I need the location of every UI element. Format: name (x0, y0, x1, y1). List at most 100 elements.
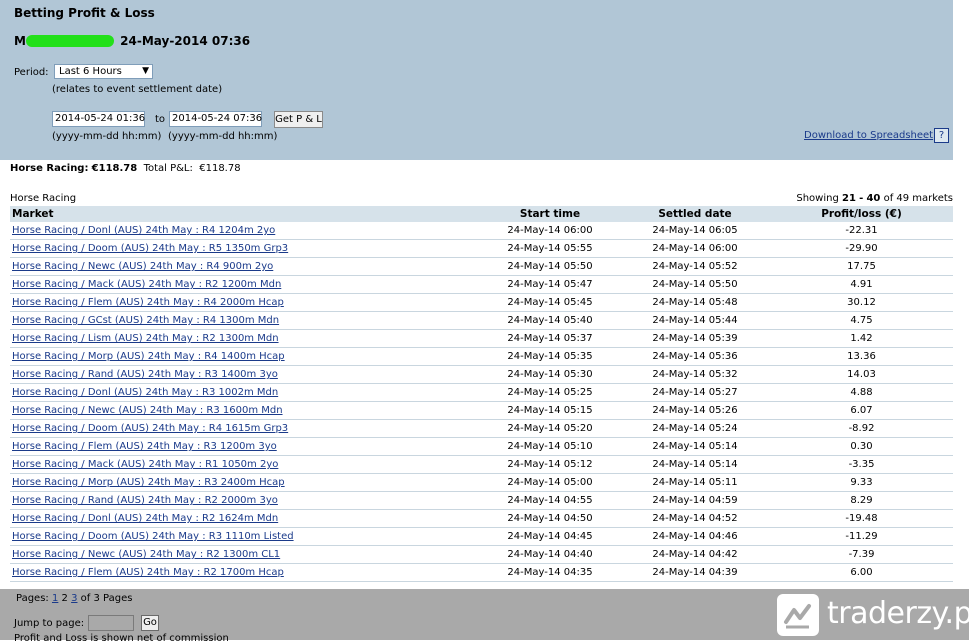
profit-loss-cell: 30.12 (770, 293, 953, 312)
table-header-row: Market Start time Settled date Profit/lo… (10, 206, 953, 222)
table-row: Horse Racing / Newc (AUS) 24th May : R2 … (10, 545, 953, 564)
profit-loss-cell: 13.36 (770, 347, 953, 366)
get-pl-button[interactable]: Get P & L (274, 111, 323, 128)
market-link[interactable]: Horse Racing / Doom (AUS) 24th May : R5 … (12, 243, 288, 254)
column-header-start-time[interactable]: Start time (480, 206, 620, 222)
market-cell: Horse Racing / Rand (AUS) 24th May : R2 … (10, 491, 480, 510)
table-row: Horse Racing / Flem (AUS) 24th May : R3 … (10, 437, 953, 456)
jump-label: Jump to page: (14, 618, 85, 629)
page-link-1[interactable]: 1 (52, 593, 58, 604)
table-row: Horse Racing / Mack (AUS) 24th May : R2 … (10, 275, 953, 294)
column-header-profit-loss[interactable]: Profit/loss (€) (770, 206, 953, 222)
market-link[interactable]: Horse Racing / Morp (AUS) 24th May : R3 … (12, 477, 285, 488)
start-time-cell: 24-May-14 06:00 (480, 222, 620, 240)
market-link[interactable]: Horse Racing / Rand (AUS) 24th May : R2 … (12, 495, 278, 506)
market-link[interactable]: Horse Racing / Flem (AUS) 24th May : R3 … (12, 441, 277, 452)
sport-total-value: €118.78 (91, 163, 138, 174)
period-select-value: Last 6 Hours (59, 66, 122, 77)
column-header-market[interactable]: Market (10, 206, 480, 222)
table-row: Horse Racing / Rand (AUS) 24th May : R2 … (10, 491, 953, 510)
range-from: 21 (842, 193, 856, 204)
pl-summary: Horse Racing: €118.78 Total P&L: €118.78 (10, 163, 241, 174)
from-date-input[interactable]: 2014-05-24 01:36 (52, 111, 145, 127)
market-cell: Horse Racing / Morp (AUS) 24th May : R4 … (10, 347, 480, 366)
market-link[interactable]: Horse Racing / Doom (AUS) 24th May : R3 … (12, 531, 294, 542)
market-link[interactable]: Horse Racing / Mack (AUS) 24th May : R2 … (12, 279, 281, 290)
table-row: Horse Racing / Flem (AUS) 24th May : R2 … (10, 563, 953, 582)
table-row: Horse Racing / Mack (AUS) 24th May : R1 … (10, 455, 953, 474)
profit-loss-cell: 4.91 (770, 275, 953, 294)
market-cell: Horse Racing / Newc (AUS) 24th May : R2 … (10, 545, 480, 564)
market-link[interactable]: Horse Racing / Donl (AUS) 24th May : R4 … (12, 225, 275, 236)
market-cell: Horse Racing / Lism (AUS) 24th May : R2 … (10, 329, 480, 348)
settled-date-cell: 24-May-14 04:46 (620, 527, 770, 546)
settled-date-cell: 24-May-14 06:00 (620, 239, 770, 258)
market-link[interactable]: Horse Racing / Donl (AUS) 24th May : R3 … (12, 387, 278, 398)
start-time-cell: 24-May-14 05:40 (480, 311, 620, 330)
period-select[interactable]: Last 6 Hours ▼ (54, 64, 153, 79)
section-label: Horse Racing (10, 193, 77, 204)
start-time-cell: 24-May-14 04:40 (480, 545, 620, 564)
go-button[interactable]: Go (141, 615, 159, 631)
settled-date-cell: 24-May-14 05:52 (620, 257, 770, 276)
account-name-redaction (25, 35, 114, 47)
market-link[interactable]: Horse Racing / Lism (AUS) 24th May : R2 … (12, 333, 279, 344)
range-to: 40 (866, 193, 881, 204)
market-link[interactable]: Horse Racing / Newc (AUS) 24th May : R4 … (12, 261, 273, 272)
table-row: Horse Racing / Donl (AUS) 24th May : R3 … (10, 383, 953, 402)
market-cell: Horse Racing / Flem (AUS) 24th May : R2 … (10, 563, 480, 582)
market-link[interactable]: Horse Racing / Newc (AUS) 24th May : R3 … (12, 405, 283, 416)
page-title: Betting Profit & Loss (14, 6, 155, 20)
market-cell: Horse Racing / Donl (AUS) 24th May : R3 … (10, 383, 480, 402)
settled-date-cell: 24-May-14 05:39 (620, 329, 770, 348)
table-row: Horse Racing / Morp (AUS) 24th May : R4 … (10, 347, 953, 366)
start-time-cell: 24-May-14 05:30 (480, 365, 620, 384)
table-row: Horse Racing / Newc (AUS) 24th May : R4 … (10, 257, 953, 276)
jump-page-input[interactable] (88, 615, 134, 631)
table-row: Horse Racing / Doom (AUS) 24th May : R4 … (10, 419, 953, 438)
market-link[interactable]: Horse Racing / Flem (AUS) 24th May : R4 … (12, 297, 284, 308)
profit-loss-cell: 4.75 (770, 311, 953, 330)
market-link[interactable]: Horse Racing / GCst (AUS) 24th May : R4 … (12, 315, 279, 326)
start-time-cell: 24-May-14 04:35 (480, 563, 620, 582)
market-link[interactable]: Horse Racing / Mack (AUS) 24th May : R1 … (12, 459, 278, 470)
sport-total-label: Horse Racing: (10, 163, 89, 174)
to-date-input[interactable]: 2014-05-24 07:36 (169, 111, 262, 127)
pages-label: Pages: (16, 593, 49, 604)
market-link[interactable]: Horse Racing / Rand (AUS) 24th May : R3 … (12, 369, 278, 380)
profit-loss-cell: -19.48 (770, 509, 953, 528)
settled-date-cell: 24-May-14 05:27 (620, 383, 770, 402)
market-link[interactable]: Horse Racing / Newc (AUS) 24th May : R2 … (12, 549, 280, 560)
profit-loss-cell: -22.31 (770, 222, 953, 240)
column-header-settled-date[interactable]: Settled date (620, 206, 770, 222)
download-spreadsheet-link[interactable]: Download to Spreadsheet (804, 130, 933, 141)
total-pl-value: €118.78 (199, 163, 241, 174)
market-cell: Horse Racing / Doom (AUS) 24th May : R4 … (10, 419, 480, 438)
account-line: M 24-May-2014 07:36 (14, 34, 250, 48)
help-icon[interactable]: ? (934, 128, 949, 143)
market-link[interactable]: Horse Racing / Flem (AUS) 24th May : R2 … (12, 567, 284, 578)
start-time-cell: 24-May-14 05:50 (480, 257, 620, 276)
profit-loss-cell: 0.30 (770, 437, 953, 456)
settled-date-cell: 24-May-14 06:05 (620, 222, 770, 240)
page-link-3[interactable]: 3 (71, 593, 77, 604)
market-cell: Horse Racing / Mack (AUS) 24th May : R1 … (10, 455, 480, 474)
settled-date-cell: 24-May-14 04:59 (620, 491, 770, 510)
market-link[interactable]: Horse Racing / Doom (AUS) 24th May : R4 … (12, 423, 288, 434)
pl-table: Market Start time Settled date Profit/lo… (10, 206, 953, 582)
market-link[interactable]: Horse Racing / Morp (AUS) 24th May : R4 … (12, 351, 285, 362)
commission-note: Profit and Loss is shown net of commissi… (14, 633, 229, 644)
table-row: Horse Racing / GCst (AUS) 24th May : R4 … (10, 311, 953, 330)
pagination: Pages: 1 2 3 of 3 Pages (16, 593, 132, 604)
total-pl-label: Total P&L: (143, 163, 193, 174)
profit-loss-cell: 6.00 (770, 563, 953, 582)
profit-loss-cell: -29.90 (770, 239, 953, 258)
table-row: Horse Racing / Newc (AUS) 24th May : R3 … (10, 401, 953, 420)
settled-date-cell: 24-May-14 05:11 (620, 473, 770, 492)
table-row: Horse Racing / Rand (AUS) 24th May : R3 … (10, 365, 953, 384)
to-format-hint: (yyyy-mm-dd hh:mm) (168, 131, 278, 142)
dropdown-arrow-icon: ▼ (142, 66, 149, 76)
market-cell: Horse Racing / Morp (AUS) 24th May : R3 … (10, 473, 480, 492)
market-cell: Horse Racing / Donl (AUS) 24th May : R4 … (10, 222, 480, 240)
market-link[interactable]: Horse Racing / Donl (AUS) 24th May : R2 … (12, 513, 278, 524)
